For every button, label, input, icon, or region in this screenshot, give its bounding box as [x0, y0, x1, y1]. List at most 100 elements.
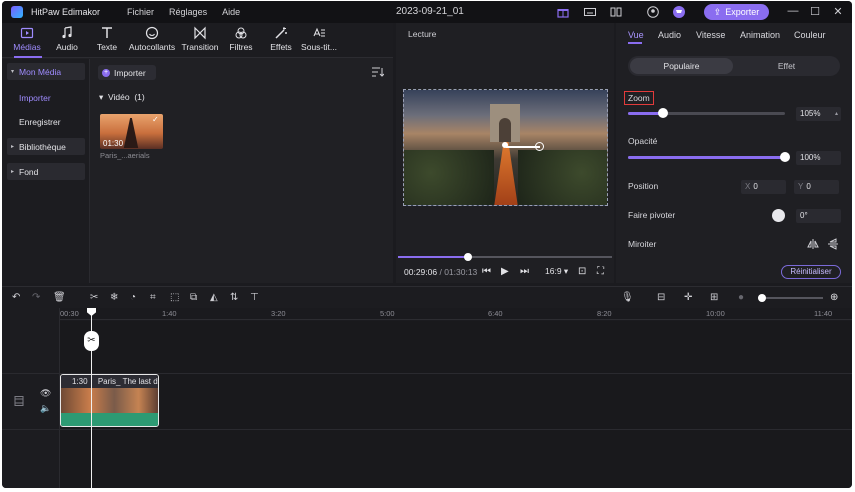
menu-fichier[interactable]: Fichier	[127, 7, 154, 17]
zoom-center-handle[interactable]	[502, 142, 508, 148]
rotate-dial-icon[interactable]	[772, 209, 785, 222]
tab-audio-props[interactable]: Audio	[658, 30, 681, 40]
import-button[interactable]: + Importer	[98, 65, 156, 80]
play-icon[interactable]: ▶	[501, 266, 509, 277]
cart-icon[interactable]	[673, 6, 685, 18]
tab-vitesse[interactable]: Vitesse	[696, 30, 725, 40]
undo-icon[interactable]: ↶	[12, 292, 23, 303]
flip-tool-icon[interactable]: ⇅	[230, 292, 241, 303]
timeline-zoom-knob[interactable]	[758, 294, 766, 302]
copy-icon[interactable]: ⧉	[190, 292, 201, 303]
aspect-ratio-dropdown[interactable]: 16:9 ▾	[545, 266, 568, 277]
book-icon[interactable]	[610, 6, 622, 18]
step-forward-icon[interactable]: ⏭	[520, 266, 529, 277]
timeline-clip[interactable]: 1:30 Paris_ The last d	[60, 374, 159, 427]
redo-icon[interactable]: ↷	[32, 292, 43, 303]
sidebar-item-fond[interactable]: ▸ Fond	[7, 163, 85, 180]
tab-audio[interactable]: Audio	[52, 26, 82, 52]
tab-filtres[interactable]: Filtres	[226, 26, 256, 52]
video-canvas[interactable]	[403, 89, 608, 206]
tab-texte[interactable]: Texte	[92, 26, 122, 52]
sidebar-item-bibliotheque[interactable]: ▸ Bibliothèque	[7, 138, 85, 155]
split-icon[interactable]: ✂	[90, 292, 101, 303]
menu-aide[interactable]: Aide	[222, 7, 240, 17]
reset-button[interactable]: Réinitialiser	[781, 265, 841, 279]
timeline-zoom-slider[interactable]	[758, 294, 823, 302]
tab-autocollants[interactable]: Autocollants	[126, 26, 178, 52]
zoom-value-field[interactable]: 105% ▴	[796, 107, 841, 121]
speaker-icon[interactable]: 🔈	[40, 403, 51, 414]
filter-icon	[235, 27, 247, 39]
tab-couleur[interactable]: Couleur	[794, 30, 826, 40]
video-section-header[interactable]: ▾ Vidéo (1)	[99, 92, 145, 103]
stepper-icon[interactable]: ▴	[835, 107, 838, 121]
marker-icon[interactable]: ✛	[684, 292, 695, 303]
position-y-field[interactable]: Y0	[794, 180, 839, 194]
zoom-slider-knob[interactable]	[658, 108, 668, 118]
account-icon[interactable]	[647, 6, 659, 18]
close-icon[interactable]: ✕	[831, 5, 845, 18]
timeline-ruler[interactable]: 00:30 1:40 3:20 5:00 6:40 8:20 10:00 11:…	[60, 308, 852, 320]
text-tool-icon[interactable]: ⊤	[250, 292, 261, 303]
crop-icon[interactable]: ⌗	[150, 292, 161, 303]
media-sidebar: ▾ Mon Média Importer Enregistrer ▸ Bibli…	[2, 59, 90, 283]
progress-knob[interactable]	[464, 253, 472, 261]
zoom-in-icon[interactable]: ⊕	[830, 292, 841, 303]
segment-populaire[interactable]: Populaire	[630, 58, 733, 74]
flip-vertical-icon[interactable]	[827, 238, 839, 250]
zoom-slider[interactable]	[628, 108, 785, 118]
snap-icon[interactable]: ⊟	[657, 292, 668, 303]
sidebar-item-enregistrer[interactable]: Enregistrer	[7, 113, 85, 130]
sidebar-item-importer[interactable]: Importer	[7, 89, 85, 106]
video-arc	[490, 104, 520, 142]
scissors-icon[interactable]: ✂	[84, 331, 99, 351]
plus-icon: +	[102, 68, 110, 77]
tab-transition[interactable]: Transition	[178, 26, 222, 52]
resize-icon[interactable]: ⬚	[170, 292, 181, 303]
fullscreen-icon[interactable]: ⛶	[597, 266, 604, 277]
maximize-icon[interactable]: ☐	[808, 5, 822, 18]
step-back-icon[interactable]: ⏮	[482, 266, 491, 277]
timeline-tracks[interactable]	[60, 321, 852, 488]
opacity-value-field[interactable]: 100%	[796, 151, 841, 165]
section-count: (1)	[134, 92, 145, 102]
fit-icon[interactable]: ⊞	[710, 292, 721, 303]
zoom-drag-handle[interactable]	[535, 142, 544, 151]
microphone-icon[interactable]: 🎙	[621, 292, 634, 303]
gift-icon[interactable]	[557, 6, 569, 18]
opacity-slider[interactable]	[628, 152, 790, 162]
snapshot-icon[interactable]: ⊡	[578, 266, 586, 277]
tab-sous-titres[interactable]: Sous-tit...	[299, 26, 339, 52]
sort-icon[interactable]	[372, 67, 384, 77]
minimize-icon[interactable]: —	[786, 5, 800, 17]
media-thumbnail[interactable]: ✓ 01:30	[100, 114, 163, 149]
aspect-ratio-value: 16:9	[545, 266, 562, 276]
playback-progress[interactable]	[398, 253, 612, 261]
keyboard-icon[interactable]	[584, 6, 596, 18]
tab-animation[interactable]: Animation	[740, 30, 780, 40]
rotate-value-field[interactable]: 0°	[796, 209, 841, 223]
ruler-label: 8:20	[597, 309, 612, 318]
tab-label: Audio	[56, 42, 78, 52]
tab-medias[interactable]: Médias	[12, 26, 42, 52]
zoom-out-icon[interactable]: ●	[738, 292, 749, 303]
export-button[interactable]: ⇪ Exporter	[704, 4, 769, 20]
tab-effets[interactable]: Effets	[267, 26, 295, 52]
delete-icon[interactable]: 🗑	[53, 292, 66, 303]
tab-vue[interactable]: Vue	[628, 30, 644, 40]
editor-window: HitPaw Edimakor Fichier Réglages Aide 20…	[2, 1, 852, 488]
sidebar-item-label: Bibliothèque	[19, 141, 66, 152]
eye-icon[interactable]: 👁	[40, 388, 51, 399]
speed-icon[interactable]: ◔	[130, 292, 141, 303]
clip-name: Paris_ The last d	[97, 377, 158, 386]
segment-effet[interactable]: Effet	[735, 58, 838, 74]
freeze-icon[interactable]: ❄	[110, 292, 121, 303]
flip-horizontal-icon[interactable]	[807, 238, 819, 250]
position-x-field[interactable]: X0	[741, 180, 786, 194]
opacity-slider-knob[interactable]	[780, 152, 790, 162]
mirror-tool-icon[interactable]: ◭	[210, 292, 221, 303]
menu-reglages[interactable]: Réglages	[169, 7, 207, 17]
track-headers: 👁 🔈	[2, 308, 60, 488]
progress-fill	[398, 256, 469, 258]
sidebar-item-mon-media[interactable]: ▾ Mon Média	[7, 63, 85, 80]
